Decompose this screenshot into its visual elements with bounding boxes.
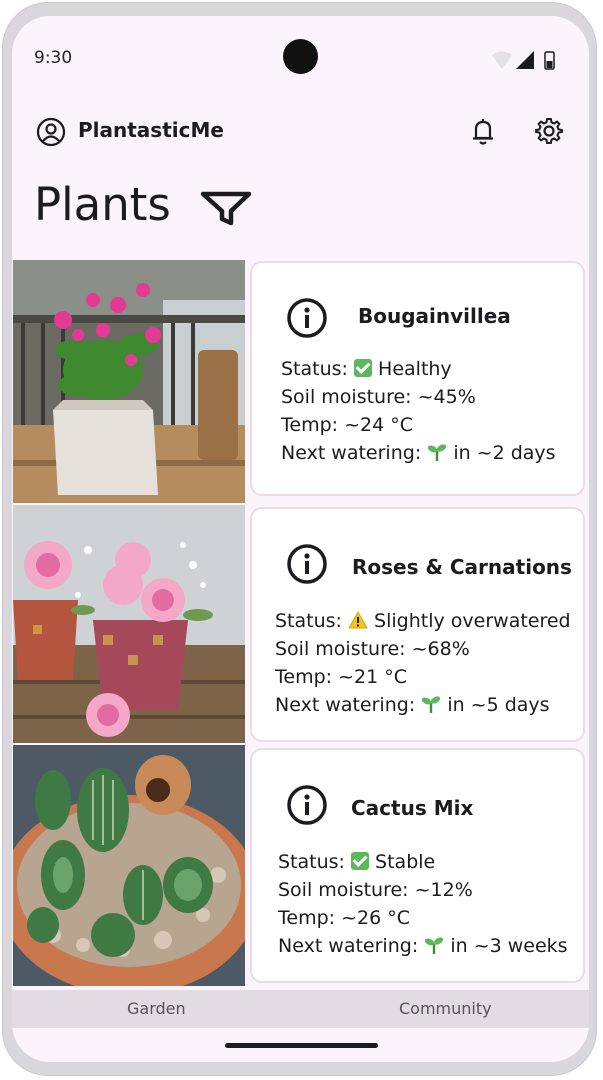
plant-card-cactus-mix[interactable]: Cactus Mix Status: Stable Soil moisture:…	[250, 748, 585, 983]
status-icons	[492, 51, 555, 70]
watering-value: in ~5 days	[447, 694, 550, 716]
status-label: Status:	[278, 851, 345, 873]
filter-icon[interactable]	[200, 190, 252, 226]
home-gesture-bar[interactable]	[225, 1043, 378, 1048]
status-value: Stable	[375, 851, 436, 873]
temperature-line: Temp: ~26 °C	[278, 907, 410, 929]
next-watering-line: Next watering: in ~3 weeks	[278, 935, 568, 957]
app-name: PlantasticMe	[78, 118, 224, 142]
sprout-emoji-icon	[425, 937, 444, 954]
warning-emoji-icon	[348, 611, 368, 629]
plant-name: Bougainvillea	[358, 304, 511, 328]
page-title: Plants	[34, 178, 171, 231]
watering-label: Next watering:	[275, 694, 416, 716]
status-line: Status: Healthy	[281, 358, 452, 380]
signal-icon	[516, 51, 534, 69]
watering-label: Next watering:	[281, 442, 422, 464]
soil-moisture-line: Soil moisture: ~68%	[275, 638, 470, 660]
settings-gear-icon[interactable]	[534, 116, 564, 146]
temperature-line: Temp: ~21 °C	[275, 666, 407, 688]
notifications-bell-icon[interactable]	[468, 116, 498, 146]
status-value: Slightly overwatered	[374, 610, 571, 632]
plant-card-roses-carnations[interactable]: Roses & Carnations Status: Slightly over…	[250, 507, 585, 742]
status-value: Healthy	[378, 358, 452, 380]
plant-name: Cactus Mix	[351, 796, 474, 820]
status-line: Status: Stable	[278, 851, 435, 873]
watering-label: Next watering:	[278, 935, 419, 957]
temperature-line: Temp: ~24 °C	[281, 414, 413, 436]
check-emoji-icon	[354, 359, 372, 377]
status-line: Status: Slightly overwatered	[275, 610, 571, 632]
status-label: Status:	[281, 358, 348, 380]
nav-tab-community[interactable]: Community	[399, 999, 492, 1018]
status-time: 9:30	[34, 48, 73, 68]
roses-carnations-photo	[13, 505, 245, 743]
check-emoji-icon	[351, 852, 369, 870]
nav-tab-garden[interactable]: Garden	[127, 999, 186, 1018]
soil-moisture-line: Soil moisture: ~12%	[278, 879, 473, 901]
cactus-mix-photo	[13, 745, 245, 986]
sprout-emoji-icon	[422, 696, 441, 713]
bougainvillea-photo	[13, 260, 245, 503]
next-watering-line: Next watering: in ~5 days	[275, 694, 550, 716]
soil-moisture-line: Soil moisture: ~45%	[281, 386, 476, 408]
camera-cutout	[283, 39, 318, 74]
plant-card-bougainvillea[interactable]: Bougainvillea Status: Healthy Soil moist…	[250, 261, 585, 496]
next-watering-line: Next watering: in ~2 days	[281, 442, 556, 464]
info-icon[interactable]	[285, 783, 329, 827]
account-icon[interactable]	[36, 117, 66, 147]
wifi-icon	[492, 51, 512, 69]
status-label: Status:	[275, 610, 342, 632]
bottom-navigation: Garden Community	[12, 990, 589, 1028]
info-icon[interactable]	[285, 296, 329, 340]
watering-value: in ~3 weeks	[450, 935, 568, 957]
sprout-emoji-icon	[428, 444, 447, 461]
watering-value: in ~2 days	[453, 442, 556, 464]
info-icon[interactable]	[285, 542, 329, 586]
plant-name: Roses & Carnations	[352, 555, 572, 579]
